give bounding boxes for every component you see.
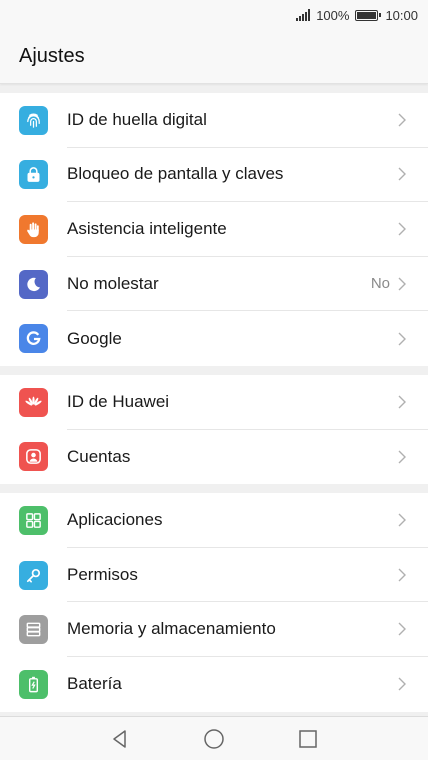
recents-icon[interactable] [297, 728, 319, 750]
clock: 10:00 [385, 7, 418, 23]
apps-icon [19, 505, 48, 535]
settings-item-apps[interactable]: Aplicaciones [0, 493, 428, 548]
moon-icon [19, 269, 48, 299]
settings-item-label: Memoria y almacenamiento [67, 619, 276, 639]
fingerprint-icon [19, 105, 48, 135]
settings-item-huawei-id[interactable]: ID de Huawei [0, 375, 428, 430]
settings-item-label: Aplicaciones [67, 509, 163, 529]
settings-item-label: ID de huella digital [67, 109, 207, 129]
settings-list: ID de huella digital Bloqueo de pantalla… [0, 93, 428, 721]
settings-item-screen-lock[interactable]: Bloqueo de pantalla y claves [0, 148, 428, 203]
chevron-right-icon [398, 450, 406, 464]
storage-icon [19, 615, 48, 645]
navigation-bar [0, 716, 428, 760]
settings-item-accounts[interactable]: Cuentas [0, 430, 428, 485]
chevron-right-icon [398, 277, 406, 291]
huawei-icon [19, 387, 48, 417]
chevron-right-icon [398, 113, 406, 127]
status-bar: 100% 10:00 [0, 0, 428, 30]
key-icon [19, 560, 48, 590]
settings-item-value: No [370, 275, 390, 293]
chevron-right-icon [398, 622, 406, 636]
settings-group-security: ID de huella digital Bloqueo de pantalla… [0, 93, 428, 366]
settings-item-fingerprint[interactable]: ID de huella digital [0, 93, 428, 148]
chevron-right-icon [398, 395, 406, 409]
settings-item-do-not-disturb[interactable]: No molestar No [0, 257, 428, 312]
chevron-right-icon [398, 568, 406, 582]
app-header: Ajustes [0, 30, 428, 84]
settings-item-battery[interactable]: Batería [0, 657, 428, 712]
home-icon[interactable] [203, 728, 225, 750]
settings-item-label: ID de Huawei [67, 391, 170, 411]
settings-item-label: Cuentas [67, 446, 131, 466]
chevron-right-icon [398, 222, 406, 236]
chevron-right-icon [398, 332, 406, 346]
chevron-right-icon [398, 677, 406, 691]
settings-item-label: No molestar [67, 273, 159, 293]
settings-item-storage[interactable]: Memoria y almacenamiento [0, 602, 428, 657]
settings-group-device: Aplicaciones Permisos Memoria y almacena… [0, 493, 428, 712]
battery-icon [19, 669, 48, 699]
page-title: Ajustes [19, 45, 85, 67]
back-icon[interactable] [109, 728, 131, 750]
battery-status-icon [355, 9, 382, 21]
settings-group-accounts: ID de Huawei Cuentas [0, 374, 428, 485]
settings-item-label: Batería [67, 674, 122, 694]
settings-item-label: Google [67, 328, 122, 348]
settings-item-label: Permisos [67, 564, 138, 584]
signal-icon [296, 9, 311, 21]
account-icon [19, 442, 48, 472]
settings-item-smart-assistance[interactable]: Asistencia inteligente [0, 202, 428, 257]
settings-item-label: Bloqueo de pantalla y claves [67, 164, 284, 184]
settings-item-label: Asistencia inteligente [67, 218, 227, 238]
hand-icon [19, 214, 48, 244]
chevron-right-icon [398, 167, 406, 181]
lock-icon [19, 160, 48, 190]
settings-item-google[interactable]: Google [0, 311, 428, 366]
battery-percent: 100% [316, 7, 350, 23]
chevron-right-icon [398, 513, 406, 527]
settings-item-permissions[interactable]: Permisos [0, 548, 428, 603]
google-icon [19, 324, 48, 354]
